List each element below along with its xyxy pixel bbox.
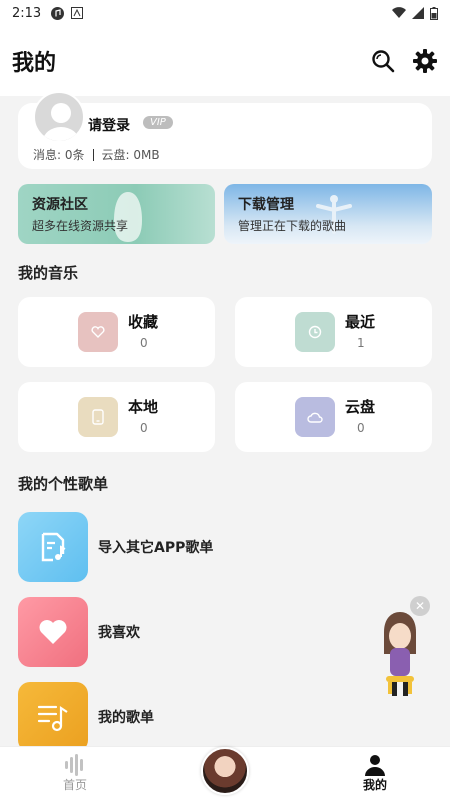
card-label: 收藏 [128,313,159,331]
local-card[interactable]: 本地 0 [18,382,215,452]
sound-wave-icon [65,754,83,776]
mascot-character-icon [384,612,416,696]
playlist-label: 导入其它APP歌单 [98,540,214,556]
avatar[interactable] [33,91,85,143]
music-list-icon [18,682,88,752]
cloud-card[interactable]: 云盘 0 [235,382,432,452]
card-label: 本地 [128,398,159,416]
bottom-navigation: 首页 我的 [0,746,450,800]
banner-subtitle: 管理正在下载的歌曲 [238,219,347,233]
settings-gear-icon[interactable] [412,48,438,74]
status-bar: 2:13 [0,0,450,26]
liked-playlist-row[interactable]: 我喜欢 [18,596,432,668]
download-manager-banner[interactable]: 下载管理 管理正在下载的歌曲 [224,184,432,244]
card-label: 云盘 [345,398,376,416]
status-time: 2:13 [12,5,42,21]
profile-card[interactable]: 请登录 VIP 消息: 0条 云盘: 0MB [18,91,432,169]
nav-label: 首页 [62,778,87,792]
battery-icon [430,6,438,20]
signal-icon [412,7,424,19]
nav-now-playing[interactable] [150,746,300,800]
banner-title: 下载管理 [238,197,294,213]
my-music-heading: 我的音乐 [18,264,79,282]
cloud-icon [295,397,335,437]
card-count: 1 [357,336,365,350]
vip-badge: VIP [143,116,173,129]
import-playlist-row[interactable]: 导入其它APP歌单 [18,511,432,583]
page-header: 我的 [0,26,450,96]
card-count: 0 [140,421,148,435]
card-count: 0 [140,336,148,350]
now-playing-cover[interactable] [201,746,249,795]
nav-home[interactable]: 首页 [0,747,150,800]
playlist-label: 我的歌单 [98,710,154,726]
wifi-icon [392,7,406,19]
import-document-music-icon [18,512,88,582]
app-a-icon [70,7,83,20]
floating-mascot-widget[interactable]: ✕ [372,594,432,704]
profile-stats: 消息: 0条 云盘: 0MB [33,146,160,163]
divider [92,148,94,161]
favorites-card[interactable]: 收藏 0 [18,297,215,367]
card-label: 最近 [345,313,376,331]
search-icon[interactable] [370,48,396,74]
banner-title: 资源社区 [32,197,88,213]
page-title: 我的 [12,51,57,76]
banner-community-illustration [114,192,142,242]
login-prompt[interactable]: 请登录 [88,115,130,135]
cloud-usage: 云盘: 0MB [101,148,160,162]
heart-icon [78,312,118,352]
recent-card[interactable]: 最近 1 [235,297,432,367]
status-right-icons [392,6,438,20]
nav-mine[interactable]: 我的 [300,747,450,800]
user-icon [365,755,385,776]
phone-icon [78,397,118,437]
nav-label: 我的 [362,778,387,792]
resource-community-banner[interactable]: 资源社区 超多在线资源共享 [18,184,215,244]
card-count: 0 [357,421,365,435]
clock-icon [295,312,335,352]
my-playlist-row[interactable]: 我的歌单 [18,681,432,753]
music-note-icon [51,6,65,20]
banner-subtitle: 超多在线资源共享 [32,219,129,233]
heart-icon [18,597,88,667]
message-count: 消息: 0条 [33,148,85,162]
my-playlists-heading: 我的个性歌单 [18,475,109,493]
playlist-label: 我喜欢 [98,625,140,641]
